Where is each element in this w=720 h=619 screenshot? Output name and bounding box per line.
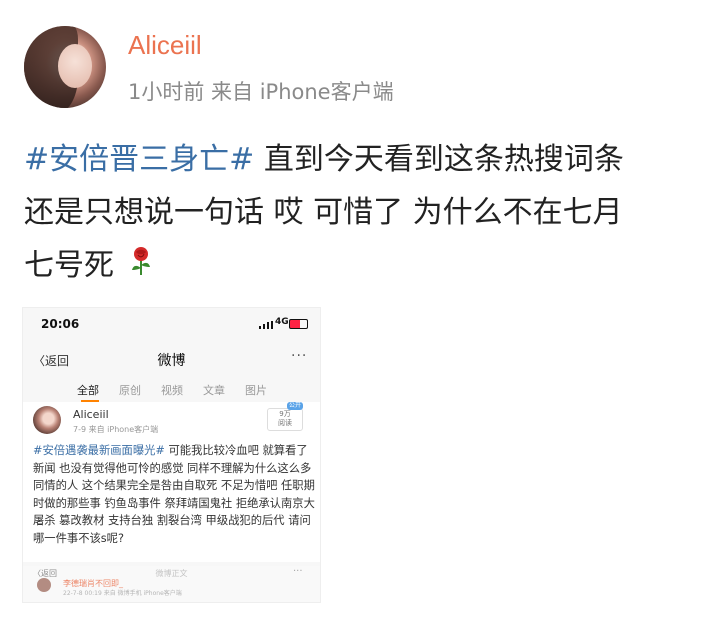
post-text: #安倍晋三身亡# 直到今天看到这条热搜词条 还是只想说一句话 哎 可惜了 为什么… [24, 133, 704, 293]
tab-original[interactable]: 原创 [119, 382, 141, 398]
post-line-2: 还是只想说一句话 哎 可惜了 为什么不在七月 [24, 195, 623, 230]
attached-image[interactable]: 20:06 4G 微博 〈返回 ··· 全部 原创 视频 文章 图片 Alice… [22, 307, 321, 603]
public-badge: 公开 [287, 402, 303, 410]
battery-icon [289, 319, 308, 329]
overlay-bottom-screenshot: 〈返回 微博正文 ··· 李德瑞肖不回即_ 22-7-8 00:19 来自 微博… [23, 566, 320, 602]
post-header: Aliceiil 1小时前 来自 iPhone客户端 [24, 26, 704, 110]
overlay-avatar [37, 578, 51, 592]
tab-all[interactable]: 全部 [77, 382, 99, 398]
read-label: 阅读 [278, 419, 292, 427]
overlay-meta: 22-7-8 00:19 来自 微博手机 iPhone客户端 [63, 590, 182, 597]
avatar-face [58, 44, 92, 88]
card-text-body: 可能我比较冷血吧 就算看了新闻 也没有觉得他可怜的感觉 同样不理解为什么这么多同… [33, 444, 315, 545]
status-time: 20:06 [41, 317, 80, 331]
nav-bar: 微博 〈返回 ··· [23, 344, 320, 374]
post-line-3-text: 七号死 [24, 248, 114, 283]
network-label: 4G [275, 317, 289, 327]
tab-bar: 全部 原创 视频 文章 图片 [23, 378, 320, 402]
avatar[interactable] [24, 26, 106, 108]
read-count-badge: 9万 阅读 [267, 408, 303, 431]
rose-icon [128, 240, 154, 293]
post-line-1: #安倍晋三身亡# 直到今天看到这条热搜词条 [24, 133, 704, 186]
card-hashtag-link[interactable]: #安倍遇袭最新画面曝光# [33, 444, 165, 457]
tab-image[interactable]: 图片 [245, 382, 267, 398]
signal-icon [259, 321, 273, 329]
card-text: #安倍遇袭最新画面曝光# 可能我比较冷血吧 就算看了新闻 也没有觉得他可怜的感觉… [33, 442, 318, 547]
post-line-3: 七号死 [24, 239, 704, 293]
hashtag-link[interactable]: #安倍晋三身亡# [24, 142, 254, 177]
tab-article[interactable]: 文章 [203, 382, 225, 398]
username[interactable]: Aliceiil [128, 30, 202, 61]
tab-video[interactable]: 视频 [161, 382, 183, 398]
back-button[interactable]: 〈返回 [33, 352, 69, 369]
read-count: 9万 [279, 410, 291, 418]
post-line-1-text: 直到今天看到这条热搜词条 [254, 142, 624, 177]
card-username[interactable]: Aliceiil [73, 408, 109, 421]
more-button[interactable]: ··· [291, 348, 307, 364]
overlay-more-button: ··· [293, 566, 303, 577]
status-bar: 20:06 4G [23, 308, 320, 342]
post-meta: 1小时前 来自 iPhone客户端 [128, 80, 394, 104]
weibo-card[interactable]: Aliceiil 7-9 来自 iPhone客户端 9万 阅读 公开 #安倍遇袭… [23, 402, 320, 562]
card-meta: 7-9 来自 iPhone客户端 [73, 425, 159, 434]
card-avatar[interactable] [33, 406, 61, 434]
